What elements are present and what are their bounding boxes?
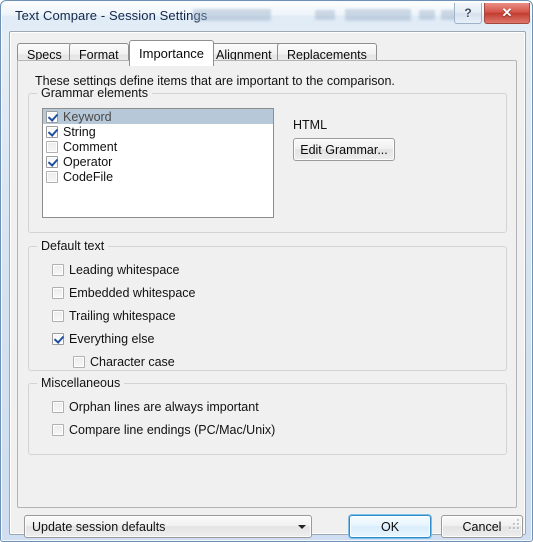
checkbox-icon[interactable] (46, 110, 58, 123)
grammar-elements-list[interactable]: Keyword String Comment Operator CodeFile (42, 108, 274, 218)
checkbox-label: Orphan lines are always important (69, 400, 259, 414)
checkbox-embedded-whitespace[interactable]: Embedded whitespace (52, 286, 195, 300)
tab-page-importance: These settings define items that are imp… (17, 60, 517, 508)
window-controls: ? ✕ (454, 3, 530, 24)
grammar-elements-group: Grammar elements Keyword String Comment (28, 86, 507, 233)
checkbox-icon[interactable] (52, 333, 64, 345)
default-text-group-label: Default text (37, 239, 109, 253)
checkbox-icon[interactable] (46, 125, 58, 138)
edit-grammar-button[interactable]: Edit Grammar... (293, 138, 395, 161)
dialog-window: Text Compare - Session Settings ? ✕ Spec… (0, 0, 533, 542)
checkbox-icon[interactable] (46, 140, 58, 153)
grammar-name-label: HTML (293, 118, 328, 132)
checkbox-label: Leading whitespace (69, 263, 180, 277)
question-mark-icon: ? (464, 6, 472, 20)
checkbox-label: Compare line endings (PC/Mac/Unix) (69, 423, 276, 437)
checkbox-everything-else[interactable]: Everything else (52, 332, 154, 346)
checkbox-icon[interactable] (46, 155, 58, 168)
checkbox-icon[interactable] (52, 264, 64, 276)
checkbox-label: Trailing whitespace (69, 309, 176, 323)
checkbox-icon[interactable] (52, 287, 64, 299)
ok-button[interactable]: OK (349, 515, 431, 538)
session-defaults-value: Update session defaults (32, 519, 166, 534)
list-item[interactable]: Keyword (43, 109, 273, 124)
close-button[interactable]: ✕ (484, 3, 530, 24)
checkbox-character-case[interactable]: Character case (73, 355, 175, 369)
checkbox-icon[interactable] (52, 424, 64, 436)
default-text-group: Default text Leading whitespace Embedded… (28, 239, 507, 371)
miscellaneous-group-label: Miscellaneous (37, 376, 125, 390)
list-item-label: CodeFile (63, 169, 114, 184)
list-item-label: Comment (63, 139, 118, 154)
list-item[interactable]: CodeFile (43, 169, 273, 184)
close-x-icon: ✕ (501, 5, 513, 20)
dialog-client-area: Specs Format Importance Alignment Replac… (9, 31, 526, 538)
chevron-down-icon[interactable] (293, 524, 311, 529)
background-window-text-blur (419, 10, 435, 20)
checkbox-compare-line-endings[interactable]: Compare line endings (PC/Mac/Unix) (52, 423, 275, 437)
checkbox-icon[interactable] (73, 356, 85, 368)
tab-importance[interactable]: Importance (129, 40, 215, 66)
session-defaults-dropdown[interactable]: Update session defaults (24, 515, 312, 538)
checkbox-icon[interactable] (52, 310, 64, 322)
help-button[interactable]: ? (454, 3, 482, 24)
list-item-label: String (63, 124, 96, 139)
checkbox-label: Character case (90, 355, 175, 369)
checkbox-label: Everything else (69, 332, 155, 346)
checkbox-icon[interactable] (46, 170, 58, 183)
grammar-elements-group-label: Grammar elements (37, 86, 152, 100)
list-item[interactable]: Comment (43, 139, 273, 154)
background-window-text-blur (315, 10, 335, 20)
window-title: Text Compare - Session Settings (15, 8, 208, 23)
checkbox-trailing-whitespace[interactable]: Trailing whitespace (52, 309, 176, 323)
background-window-text-blur (345, 9, 411, 21)
miscellaneous-group: Miscellaneous Orphan lines are always im… (28, 376, 507, 455)
checkbox-orphan-lines[interactable]: Orphan lines are always important (52, 400, 259, 414)
checkbox-leading-whitespace[interactable]: Leading whitespace (52, 263, 180, 277)
checkbox-label: Embedded whitespace (69, 286, 196, 300)
background-window-text-blur (193, 9, 271, 21)
checkbox-icon[interactable] (52, 401, 64, 413)
resize-grip-icon[interactable] (509, 519, 521, 531)
list-item-label: Operator (63, 154, 113, 169)
title-bar[interactable]: Text Compare - Session Settings ? ✕ (1, 1, 533, 31)
list-item[interactable]: Operator (43, 154, 273, 169)
list-item-label: Keyword (63, 109, 112, 124)
list-item[interactable]: String (43, 124, 273, 139)
